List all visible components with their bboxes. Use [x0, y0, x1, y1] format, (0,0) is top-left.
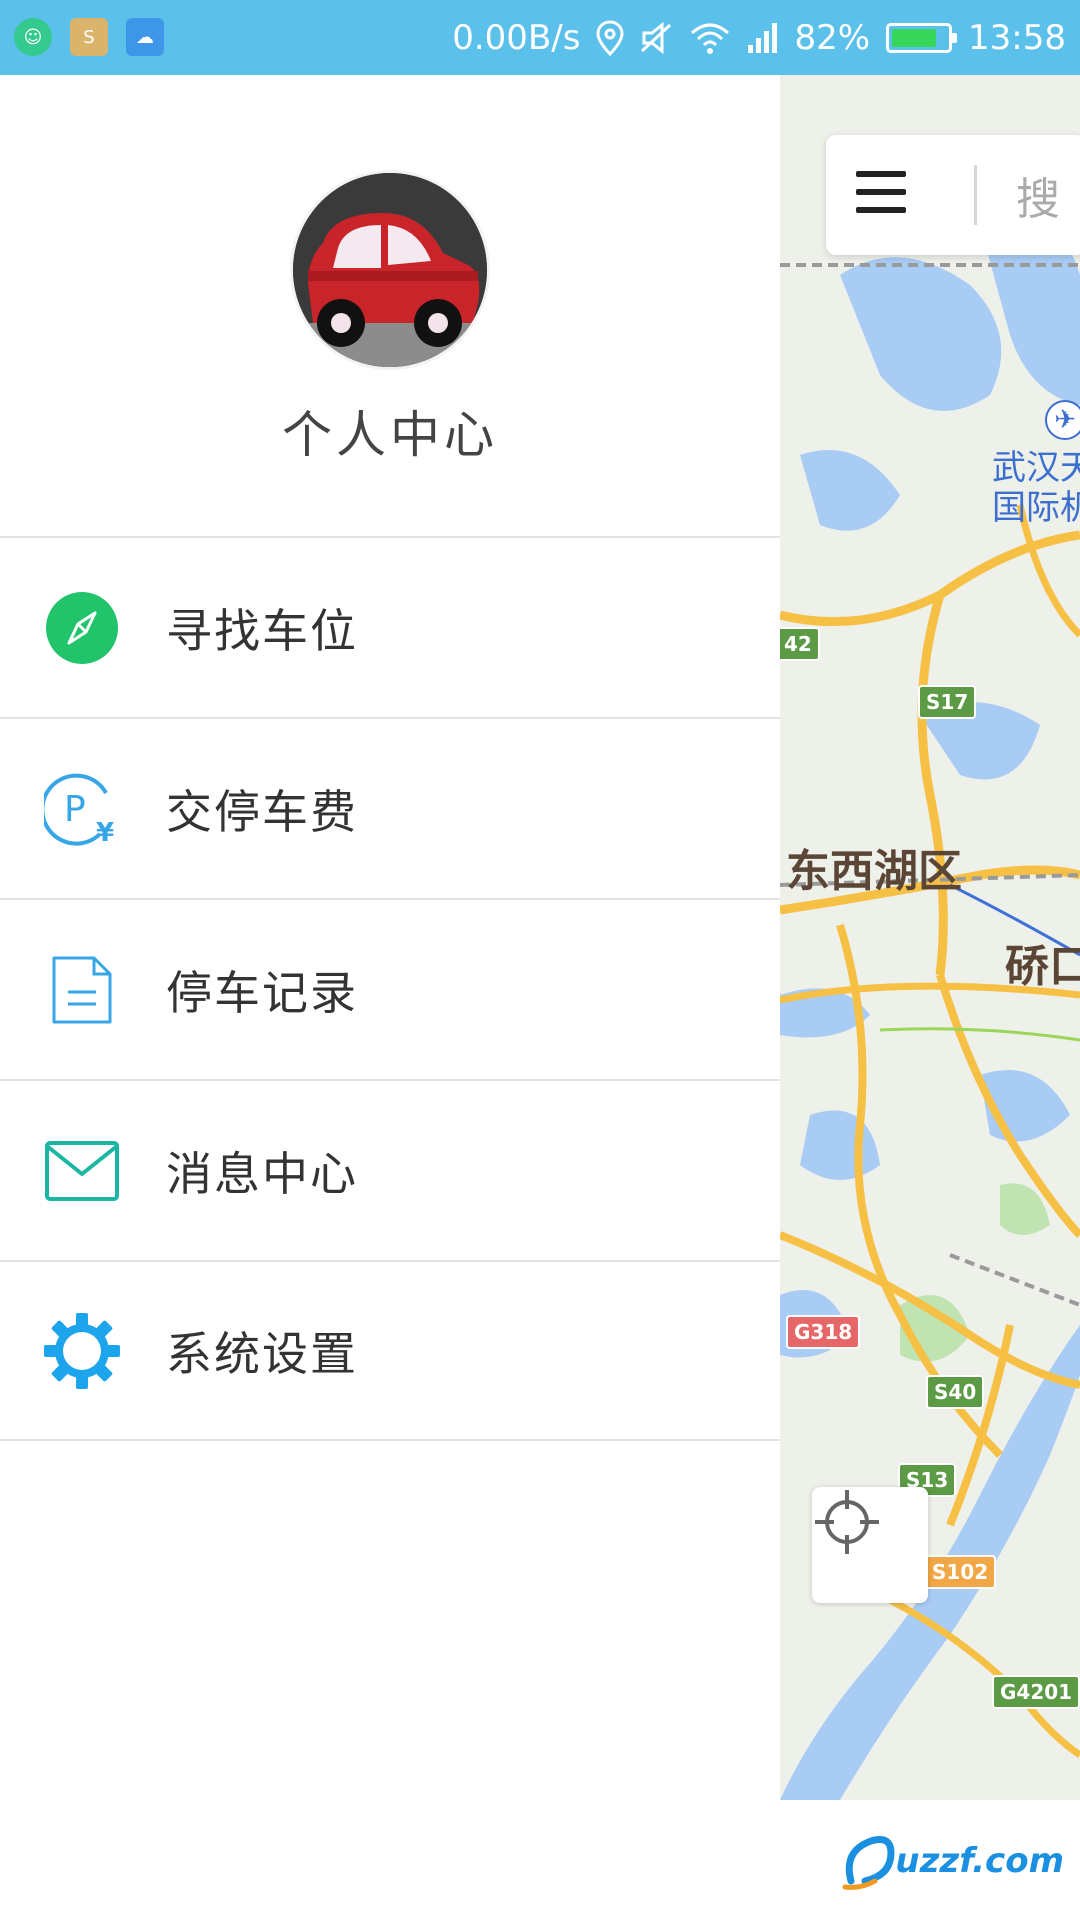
parking-fee-icon: P ¥ [44, 771, 120, 847]
chat-app-icon: ☺ [14, 18, 52, 56]
status-bar: ☺ S ☁ 0.00B/s 82% 13:58 [0, 0, 1080, 75]
road-shield: G318 [786, 1315, 861, 1349]
location-icon [596, 18, 624, 58]
road-shield: 42 [780, 627, 820, 661]
compass-icon [44, 590, 120, 666]
red-toy-car-avatar [293, 173, 487, 367]
navigation-drawer: 个人中心 寻找车位 P ¥ 交停车费 停车记录 消息中心 系统设置 [0, 75, 780, 1920]
mute-icon [640, 18, 674, 58]
crosshair-locate-icon [815, 1490, 879, 1554]
gear-icon [44, 1312, 120, 1389]
document-icon [44, 952, 120, 1028]
menu-item-label: 系统设置 [166, 1326, 358, 1381]
svg-text:¥: ¥ [96, 818, 114, 847]
menu-item-settings[interactable]: 系统设置 [0, 1260, 780, 1441]
battery-percent: 82% [794, 17, 871, 58]
divider [974, 165, 977, 225]
status-indicators: 0.00B/s 82% 13:58 [452, 0, 1066, 75]
menu-item-pay-fee[interactable]: P ¥ 交停车费 [0, 717, 780, 898]
menu-item-messages[interactable]: 消息中心 [0, 1079, 780, 1260]
battery-icon [886, 22, 958, 53]
road-shield: S40 [926, 1375, 985, 1409]
drawer-menu: 寻找车位 P ¥ 交停车费 停车记录 消息中心 系统设置 [0, 536, 780, 1441]
map-view[interactable]: 武汉天 国际机 东西湖区 硚口 ✈ 42 S17 G318 S40 S13 S1… [780, 75, 1080, 1800]
road-shield: G4201 [992, 1675, 1080, 1709]
weather-icon: ☁ [126, 18, 164, 56]
map-label-airport-2: 国际机 [992, 488, 1080, 528]
menu-item-label: 停车记录 [166, 965, 358, 1020]
airport-icon: ✈ [1045, 400, 1080, 440]
watermark-text: uzzf.com [895, 1841, 1064, 1881]
road-shield: S102 [924, 1555, 997, 1589]
signal-icon [746, 18, 778, 58]
map-label-district-2: 硚口 [1005, 941, 1080, 992]
menu-item-label: 寻找车位 [166, 603, 358, 658]
mail-icon [44, 1133, 120, 1209]
wifi-icon [690, 18, 730, 58]
road-shield: S17 [918, 685, 977, 719]
clock: 13:58 [968, 17, 1066, 58]
menu-item-label: 消息中心 [166, 1146, 358, 1201]
menu-item-label: 交停车费 [166, 784, 358, 839]
map-search-bar[interactable]: 搜 [826, 135, 1080, 255]
gallery-app-icon: S [70, 18, 108, 56]
search-placeholder[interactable]: 搜 [1016, 163, 1060, 227]
watermark-swirl-icon [842, 1836, 895, 1890]
avatar[interactable] [290, 170, 490, 370]
battery-level [892, 28, 937, 47]
network-speed: 0.00B/s [452, 17, 581, 58]
map-label-district: 东西湖区 [786, 846, 962, 897]
locate-button[interactable] [812, 1487, 928, 1603]
menu-item-parking-records[interactable]: 停车记录 [0, 898, 780, 1079]
watermark-logo: uzzf.com [841, 1826, 1064, 1896]
profile-title[interactable]: 个人中心 [0, 395, 780, 467]
notification-icons: ☺ S ☁ [14, 18, 164, 56]
svg-text:P: P [64, 789, 86, 830]
hamburger-menu-icon[interactable] [856, 167, 906, 217]
menu-item-find-parking[interactable]: 寻找车位 [0, 536, 780, 717]
